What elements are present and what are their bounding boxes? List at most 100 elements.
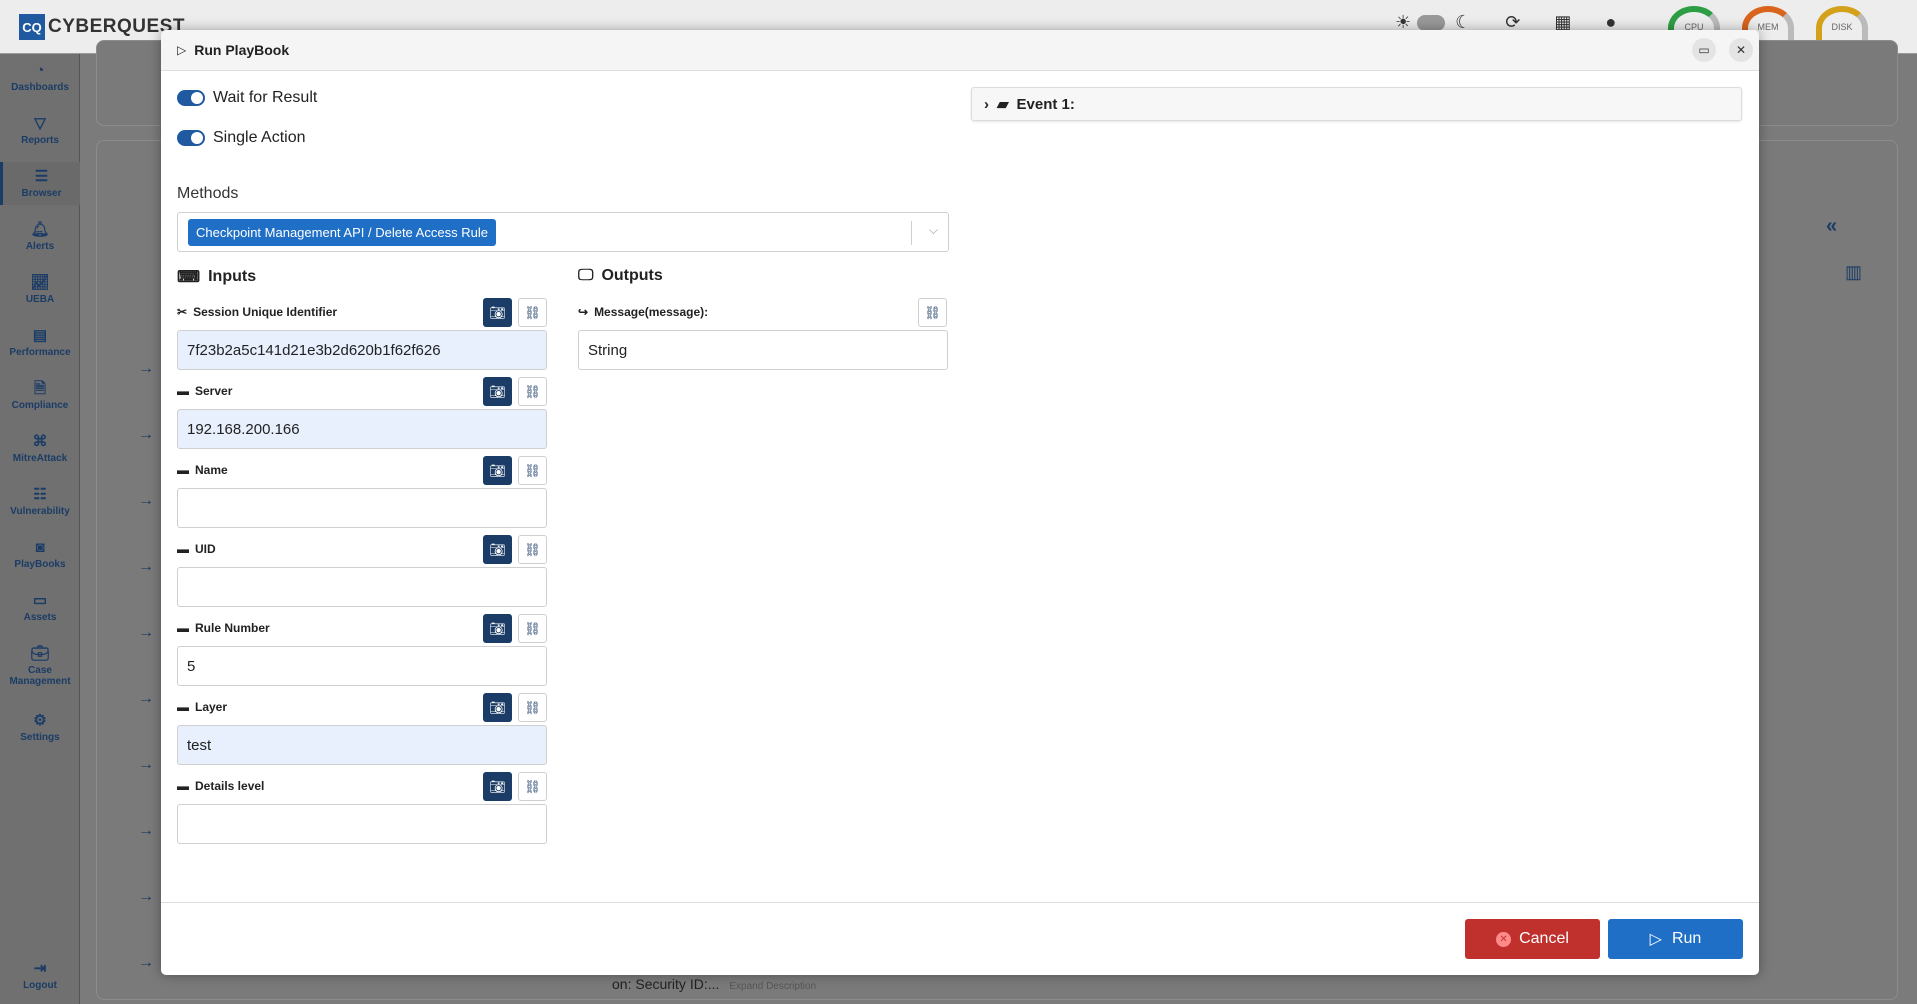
single-action-toggle[interactable]: Single Action [177,129,306,147]
row-expand-icon[interactable]: → [138,492,154,510]
link-button[interactable]: ⛓ [518,772,547,801]
layer-input[interactable] [177,725,547,765]
sidebar-item-ueba[interactable]: 📈︎ UEBA [0,274,80,305]
server-input[interactable] [177,409,547,449]
keyboard-icon: ▬ [177,542,189,556]
message-output-field[interactable] [578,330,948,370]
link-icon: ⛓ [524,778,541,794]
link-icon: ⛓ [524,304,541,320]
sidebar-item-reports[interactable]: ▽ Reports [0,115,80,146]
uid-input[interactable] [177,567,547,607]
row-expand-icon[interactable]: → [138,690,154,708]
briefcase-icon: 💼︎ [30,645,50,662]
sidebar-item-browser[interactable]: ☰ Browser [0,162,80,205]
link-button[interactable]: ⛓ [918,298,947,327]
row-expand-icon[interactable]: → [138,822,154,840]
keyboard-icon: ▬ [177,463,189,477]
theme-toggle[interactable] [1417,14,1446,31]
cancel-button[interactable]: ✕ Cancel [1465,919,1600,959]
sidebar-item-case-management[interactable]: 💼︎ Case Management [0,645,80,687]
logout-icon: ⇥ [33,960,47,977]
capture-button[interactable]: 📷︎ [483,456,512,485]
laptop-icon: ▭ [32,592,48,609]
field-label: ▬ Rule Number [177,621,270,635]
capture-button[interactable]: 📷︎ [483,377,512,406]
method-chip[interactable]: Checkpoint Management API / Delete Acces… [188,219,496,246]
field-label: ▬ Layer [177,700,228,714]
sidebar-item-playbooks[interactable]: ◙ PlayBooks [0,539,80,570]
capture-button[interactable]: 📷︎ [483,772,512,801]
wait-for-result-toggle[interactable]: Wait for Result [177,89,317,107]
inputs-section-title: ⌨ Inputs [177,268,257,286]
link-button[interactable]: ⛓ [518,535,547,564]
sidebar-item-performance[interactable]: ▤ Performance [0,327,80,358]
collapse-panel-icon[interactable]: « [1826,215,1837,238]
capture-button[interactable]: 📷︎ [483,535,512,564]
row-expand-icon[interactable]: → [138,756,154,774]
capture-button[interactable]: 📷︎ [483,614,512,643]
logo-mark: CQ [19,14,45,40]
link-button[interactable]: ⛓ [518,614,547,643]
toggle-switch[interactable] [177,90,205,106]
camera-icon: 📷︎ [489,541,506,557]
sidebar-item-dashboards[interactable]: ◔ Dashboards [0,62,80,93]
filter-icon: ▽ [34,115,46,132]
sidebar-item-vulnerability[interactable]: ☷ Vulnerability [0,486,80,517]
footer-divider [161,902,1759,903]
row-expand-icon[interactable]: → [138,360,154,378]
sidebar: ◔ Dashboards ▽ Reports ☰ Browser 🔔︎ Alerts 📈… [0,54,80,1004]
methods-select[interactable]: Checkpoint Management API / Delete Acces… [177,212,949,252]
methods-label: Methods [177,185,239,202]
session-id-input[interactable] [177,330,547,370]
link-button[interactable]: ⛓ [518,377,547,406]
event-accordion[interactable]: › ▰ Event 1: [971,87,1742,121]
keyboard-icon: ⌨ [177,269,201,286]
sidebar-item-assets[interactable]: ▭ Assets [0,592,80,623]
bg-event-description: on: Security ID:... Expand Description [612,976,817,992]
panel-chart-icon[interactable]: ▥ [1845,262,1862,283]
link-icon: ⛓ [524,541,541,557]
row-expand-icon[interactable]: → [138,888,154,906]
link-icon: ⛓ [524,620,541,636]
close-button[interactable]: ✕ [1729,38,1753,62]
field-label: ▬ Details level [177,779,265,793]
sidebar-item-alerts[interactable]: 🔔︎ Alerts [0,221,80,252]
row-expand-icon[interactable]: → [138,954,154,972]
link-button[interactable]: ⛓ [518,298,547,327]
run-button[interactable]: ▷ Run [1608,919,1743,959]
field-label: ▬ UID [177,542,216,556]
play-icon: ▷ [177,43,187,57]
row-expand-icon[interactable]: → [138,558,154,576]
maximize-button[interactable]: ▭ [1692,38,1716,62]
keyboard-icon: ▬ [177,779,189,793]
chevron-down-icon[interactable]: ⌵ [929,223,938,238]
capture-button[interactable]: 📷︎ [483,298,512,327]
toggle-switch[interactable] [177,130,205,146]
camera-icon: 📷︎ [489,699,506,715]
rule-number-input[interactable] [177,646,547,686]
field-label: ▬ Server [177,384,233,398]
row-expand-icon[interactable]: → [138,624,154,642]
name-input[interactable] [177,488,547,528]
expand-description-link[interactable]: Expand Description [729,981,816,992]
keyboard-icon: ▬ [177,384,189,398]
details-level-input[interactable] [177,804,547,844]
row-expand-icon[interactable]: → [138,426,154,444]
bell-icon: 🔔︎ [30,221,50,238]
dashboard-icon: ◔ [35,62,45,79]
sidebar-item-mitreattack[interactable]: ⌘ MitreAttack [0,433,80,464]
link-button[interactable]: ⛓ [518,456,547,485]
link-button[interactable]: ⛓ [518,693,547,722]
link-icon: ⛓ [524,699,541,715]
cancel-icon: ✕ [1496,931,1512,947]
command-icon: ⌘ [32,433,48,450]
capture-button[interactable]: 📷︎ [483,693,512,722]
tools-icon: ✂ [177,305,188,319]
keyboard-icon: ▬ [177,700,189,714]
sidebar-item-compliance[interactable]: 🗎︎ Compliance [0,380,80,411]
sidebar-item-logout[interactable]: ⇥ Logout [0,960,80,991]
link-icon: ⛓ [524,462,541,478]
playbook-icon: ◙ [35,539,45,556]
sidebar-item-settings[interactable]: ⚙ Settings [0,712,80,743]
field-label: ▬ Name [177,463,228,477]
